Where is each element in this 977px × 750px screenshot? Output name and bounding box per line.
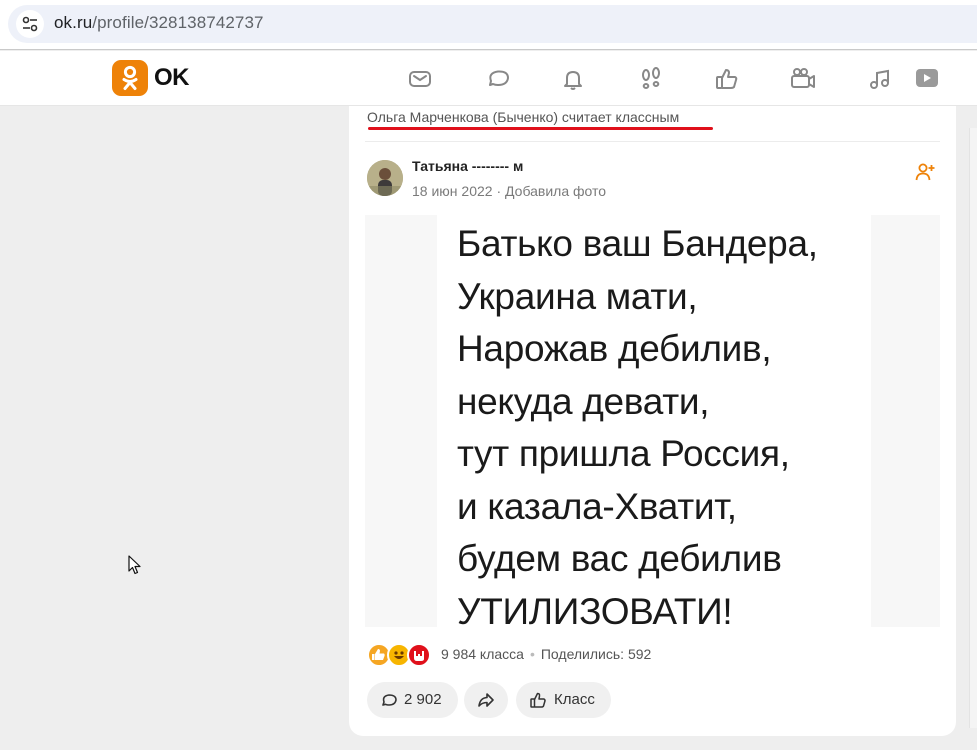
post-photo-frame[interactable]: Батько ваш Бандера, Украина мати, Нарожа… — [365, 215, 940, 632]
mail-icon[interactable] — [406, 65, 434, 93]
mouse-cursor-icon — [128, 555, 141, 575]
divider — [365, 141, 940, 142]
photo-text-line: УТИЛИЗОВАТИ! — [457, 590, 733, 632]
post-action: Добавила фото — [505, 183, 607, 199]
bell-icon[interactable] — [559, 65, 587, 93]
post-meta: 18 июн 2022 · Добавила фото — [412, 183, 606, 199]
comments-count: 2 902 — [404, 691, 442, 708]
class-button[interactable]: Класс — [516, 682, 611, 718]
site-info-button[interactable] — [16, 10, 44, 38]
photo-text: Батько ваш Бандера, Украина мати, Нарожа… — [457, 218, 818, 638]
share-button[interactable] — [464, 682, 508, 718]
meta-separator: · — [496, 183, 506, 199]
browser-address-bar: ok.ru/profile/328138742737 — [0, 0, 977, 50]
photo-text-line: тут пришла Россия, — [457, 433, 790, 474]
rock-reaction-icon — [407, 643, 431, 667]
video-camera-icon[interactable] — [789, 65, 817, 93]
url-host: ok.ru — [54, 13, 93, 32]
video-play-icon[interactable] — [911, 65, 939, 93]
site-header: OK — [0, 51, 977, 106]
post-stats: 9 984 класса • Поделились: 592 — [441, 646, 651, 662]
thumbs-up-icon[interactable] — [713, 65, 741, 93]
url-text: ok.ru/profile/328138742737 — [54, 13, 264, 33]
feed-post-card: Ольга Марченкова (Быченко) считает класс… — [349, 106, 956, 736]
likes-count[interactable]: 9 984 класса — [441, 646, 524, 662]
photo-text-line: Украина мати, — [457, 275, 698, 317]
avatar[interactable] — [367, 160, 403, 196]
photo-text-line: Нарожав дебилив, — [457, 328, 772, 369]
stats-separator: • — [529, 646, 535, 662]
tune-icon — [22, 16, 38, 32]
comment-icon — [382, 694, 397, 706]
footprints-icon[interactable] — [637, 65, 665, 93]
music-note-icon[interactable] — [866, 65, 894, 93]
chat-bubble-icon[interactable] — [484, 65, 512, 93]
reactions-summary[interactable] — [367, 643, 437, 667]
photo-text-line: Батько ваш Бандера, — [457, 223, 818, 264]
logo-text[interactable]: OK — [154, 64, 190, 92]
photo-text-line: некуда девати, — [457, 380, 710, 422]
ok-logo-icon[interactable] — [112, 60, 148, 96]
red-underline — [368, 127, 713, 130]
class-label: Класс — [554, 691, 595, 708]
post-photo[interactable]: Батько ваш Бандера, Украина мати, Нарожа… — [437, 215, 871, 632]
photo-text-line: и казала-Хватит, — [457, 485, 737, 527]
right-column-edge — [969, 128, 977, 728]
photo-text-line: будем вас дебилив — [457, 538, 782, 579]
comments-button[interactable]: 2 902 — [367, 682, 458, 718]
liker-link[interactable]: Ольга Марченкова (Быченко) считает класс… — [367, 109, 679, 125]
url-path: /profile/328138742737 — [92, 13, 264, 32]
shares-count[interactable]: Поделились: 592 — [541, 646, 651, 662]
url-field[interactable]: ok.ru/profile/328138742737 — [8, 5, 977, 43]
thumbs-up-icon — [530, 692, 546, 708]
post-date[interactable]: 18 июн 2022 — [412, 183, 493, 199]
post-author[interactable]: Татьяна -------- м — [412, 158, 523, 174]
add-friend-icon[interactable] — [915, 162, 935, 182]
share-icon — [478, 693, 494, 707]
